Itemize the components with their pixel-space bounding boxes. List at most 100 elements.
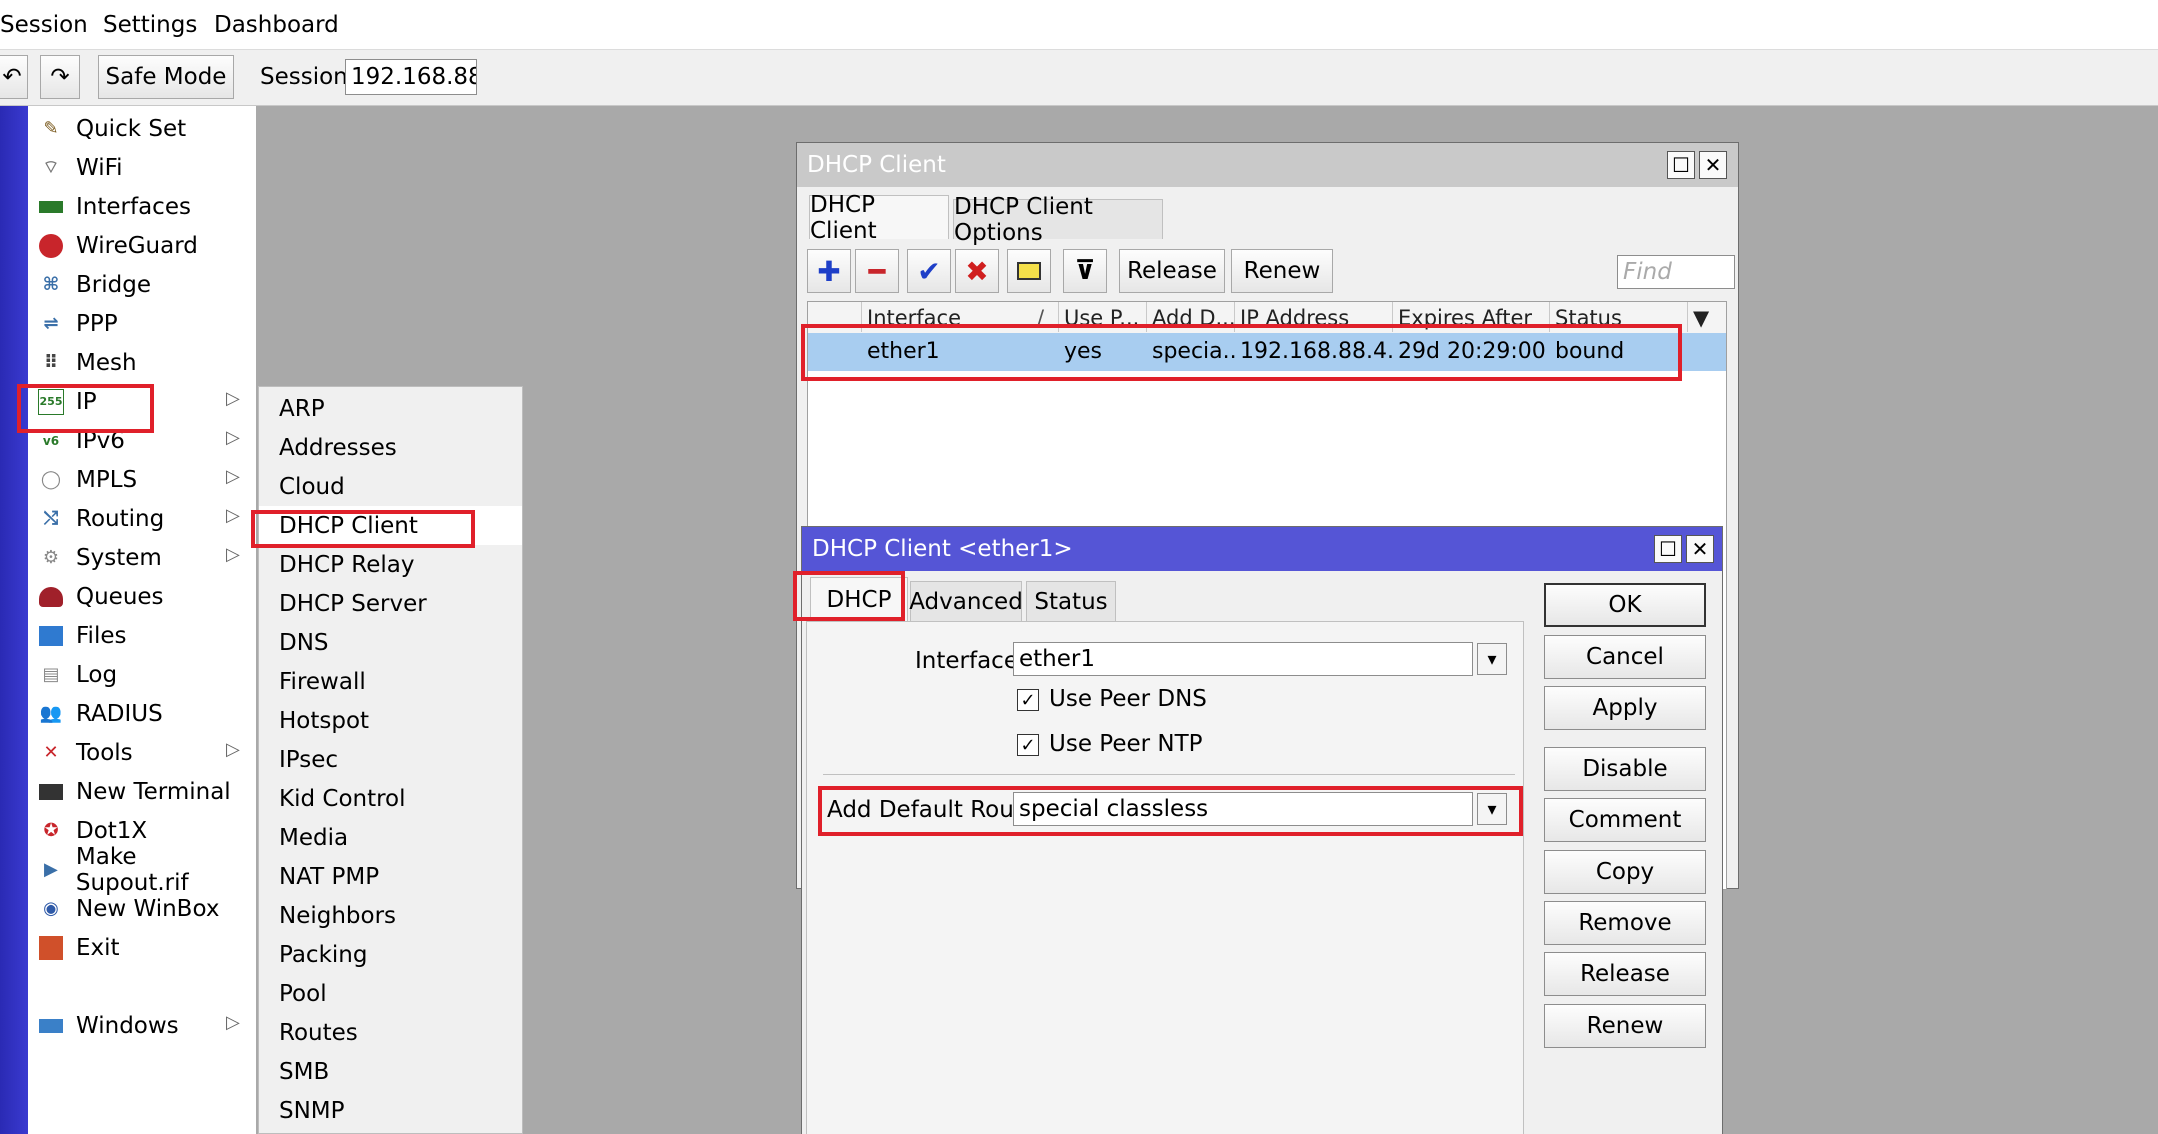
chevron-down-icon: ▼ [1693, 306, 1710, 330]
sidebar-item-interfaces[interactable]: Interfaces [28, 187, 256, 226]
use-peer-dns-checkbox[interactable]: ✓ [1017, 689, 1039, 711]
remove-button[interactable]: Remove [1544, 901, 1706, 945]
sidebar-item-new-winbox[interactable]: ◉ New WinBox [28, 889, 256, 928]
menu-settings[interactable]: Settings [103, 12, 197, 38]
cancel-button[interactable]: Cancel [1544, 635, 1706, 679]
sidebar-item-log[interactable]: ▤ Log [28, 655, 256, 694]
window-title[interactable]: DHCP Client [797, 143, 1738, 187]
release-button[interactable]: Release [1119, 249, 1225, 293]
copy-button[interactable]: Copy [1544, 850, 1706, 894]
session-field[interactable]: 192.168.88.4 [345, 59, 477, 95]
renew-button[interactable]: Renew [1231, 249, 1333, 293]
sidebar-item-ipv6[interactable]: v6 IPv6 ▷ [28, 421, 256, 460]
release-button[interactable]: Release [1544, 952, 1706, 996]
submenu-item-media[interactable]: Media [259, 818, 522, 857]
apply-button[interactable]: Apply [1544, 686, 1706, 730]
ok-button[interactable]: OK [1544, 583, 1706, 627]
column-ip-address[interactable]: IP Address [1235, 302, 1393, 332]
ip-submenu: ARP Addresses Cloud DHCP Client DHCP Rel… [258, 386, 523, 1134]
submenu-item-pool[interactable]: Pool [259, 974, 522, 1013]
maximize-button[interactable]: ☐ [1654, 535, 1682, 563]
close-button[interactable]: ✕ [1699, 151, 1727, 179]
sidebar-item-mpls[interactable]: ◯ MPLS ▷ [28, 460, 256, 499]
sidebar-item-queues[interactable]: Queues [28, 577, 256, 616]
sidebar-item-bridge[interactable]: ⌘ Bridge [28, 265, 256, 304]
submenu-item-hotspot[interactable]: Hotspot [259, 701, 522, 740]
submenu-item-dhcp-server[interactable]: DHCP Server [259, 584, 522, 623]
submenu-item-snmp[interactable]: SNMP [259, 1091, 522, 1130]
table-row[interactable]: ether1 yes specia... 192.168.88.4... 29d… [808, 333, 1726, 371]
submenu-item-smb[interactable]: SMB [259, 1052, 522, 1091]
column-add-default[interactable]: Add D... [1147, 302, 1235, 332]
tab-dhcp[interactable]: DHCP [810, 577, 908, 621]
comment-button[interactable]: Comment [1544, 798, 1706, 842]
sidebar-item-system[interactable]: ⚙ System ▷ [28, 538, 256, 577]
use-peer-dns-label: Use Peer DNS [1049, 686, 1207, 712]
ipv6-icon: v6 [42, 433, 60, 448]
column-expires-after[interactable]: Expires After [1393, 302, 1550, 332]
add-button[interactable]: ✚ [807, 249, 851, 293]
sidebar-item-exit[interactable]: Exit [28, 928, 256, 967]
sidebar-item-mesh[interactable]: ⠿ Mesh [28, 343, 256, 382]
submenu-item-dns[interactable]: DNS [259, 623, 522, 662]
disable-button[interactable]: ✖ [955, 249, 999, 293]
redo-button[interactable]: ↷ [40, 55, 80, 99]
enable-button[interactable]: ✔ [907, 249, 951, 293]
close-button[interactable]: ✕ [1686, 535, 1714, 563]
submenu-item-firewall[interactable]: Firewall [259, 662, 522, 701]
submenu-item-dhcp-client[interactable]: DHCP Client [259, 506, 522, 545]
submenu-item-packing[interactable]: Packing [259, 935, 522, 974]
tab-status[interactable]: Status [1026, 581, 1116, 621]
submenu-item-addresses[interactable]: Addresses [259, 428, 522, 467]
column-use-peer[interactable]: Use P... [1059, 302, 1147, 332]
sidebar-item-label: Windows [76, 1012, 179, 1039]
maximize-button[interactable]: ☐ [1667, 151, 1695, 179]
safe-mode-button[interactable]: Safe Mode [98, 55, 234, 99]
find-input[interactable]: Find [1617, 255, 1735, 289]
sidebar-item-quick-set[interactable]: ✎ Quick Set [28, 109, 256, 148]
remove-button[interactable]: ━ [855, 249, 899, 293]
add-default-route-dropdown-button[interactable]: ▾ [1477, 793, 1507, 825]
column-status[interactable]: Status [1550, 302, 1688, 332]
sidebar-item-wireguard[interactable]: WireGuard [28, 226, 256, 265]
sidebar-item-routing[interactable]: ⤭ Routing ▷ [28, 499, 256, 538]
add-default-route-select[interactable]: special classless [1013, 792, 1473, 826]
sidebar-item-ppp[interactable]: ⇌ PPP [28, 304, 256, 343]
renew-button[interactable]: Renew [1544, 1004, 1706, 1048]
column-flags[interactable] [808, 302, 862, 332]
tab-advanced[interactable]: Advanced [909, 581, 1023, 621]
tab-dhcp-client[interactable]: DHCP Client [809, 192, 949, 244]
column-chooser[interactable]: ▼ [1688, 302, 1726, 332]
submenu-item-arp[interactable]: ARP [259, 389, 522, 428]
column-interface[interactable]: Interface / [862, 302, 1059, 332]
submenu-item-kid-control[interactable]: Kid Control [259, 779, 522, 818]
filter-button[interactable]: ⊽ [1063, 249, 1107, 293]
menu-session[interactable]: Session [0, 12, 88, 38]
cross-icon: ✖ [965, 254, 989, 288]
sidebar-item-new-terminal[interactable]: New Terminal [28, 772, 256, 811]
comment-button[interactable] [1007, 249, 1051, 293]
sidebar-item-windows[interactable]: Windows ▷ [28, 1006, 256, 1045]
submenu-item-routes[interactable]: Routes [259, 1013, 522, 1052]
sidebar-item-ip[interactable]: 255 IP ▷ [28, 382, 256, 421]
tab-dhcp-client-options[interactable]: DHCP Client Options [953, 194, 1163, 246]
submenu-item-cloud[interactable]: Cloud [259, 467, 522, 506]
undo-button[interactable]: ↶ [0, 55, 28, 99]
use-peer-ntp-label: Use Peer NTP [1049, 731, 1203, 757]
sidebar-item-radius[interactable]: 👥 RADIUS [28, 694, 256, 733]
submenu-item-neighbors[interactable]: Neighbors [259, 896, 522, 935]
interface-dropdown-button[interactable]: ▾ [1477, 643, 1507, 675]
interface-select[interactable]: ether1 [1013, 642, 1473, 676]
submenu-item-nat-pmp[interactable]: NAT PMP [259, 857, 522, 896]
window-title[interactable]: DHCP Client <ether1> [802, 527, 1722, 571]
routing-icon: ⤭ [43, 508, 59, 529]
use-peer-ntp-checkbox[interactable]: ✓ [1017, 734, 1039, 756]
submenu-item-dhcp-relay[interactable]: DHCP Relay [259, 545, 522, 584]
disable-button[interactable]: Disable [1544, 747, 1706, 791]
submenu-item-ipsec[interactable]: IPsec [259, 740, 522, 779]
sidebar-item-make-supout[interactable]: ▶ Make Supout.rif [28, 844, 256, 896]
sidebar-item-tools[interactable]: ✕ Tools ▷ [28, 733, 256, 772]
sidebar-item-wifi[interactable]: ⌔ WiFi [28, 148, 256, 187]
sidebar-item-files[interactable]: Files [28, 616, 256, 655]
menu-dashboard[interactable]: Dashboard [214, 12, 339, 38]
